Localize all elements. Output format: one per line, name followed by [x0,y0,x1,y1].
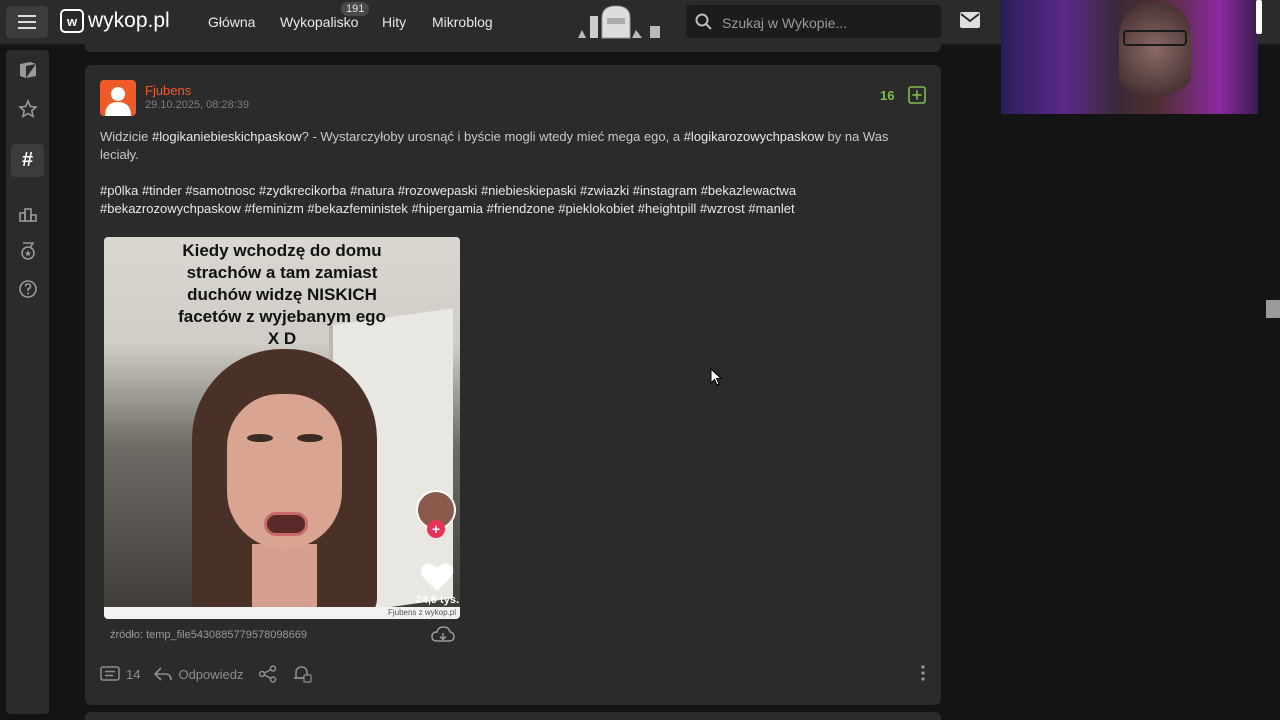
help-icon [18,279,37,298]
tag-link[interactable]: #logikarozowychpaskow [684,129,824,144]
logo-mark: w [60,9,84,33]
caption-line: X D [267,329,297,348]
vote-count: 16 [880,88,895,103]
post-actions: 14 Odpowiedz [100,662,326,686]
text-segment: Widzicie [100,129,153,144]
tag-link[interactable]: #tinder [142,183,182,198]
tag-link[interactable]: #zydkrecikorba [259,183,346,198]
tag-link[interactable]: #hipergamia [411,201,483,216]
caption-line: Kiedy wchodzę do domu [182,241,382,260]
nav-glowna[interactable]: Główna [208,14,255,30]
wykopalisko-count-badge: 191 [341,2,370,16]
tag-link[interactable]: #bekazlewactwa [701,183,796,198]
image-caption: Kiedy wchodzę do domu strachów a tam zam… [124,240,440,350]
scrollbar-thumb[interactable] [1266,300,1280,318]
tiktok-follow-icon: + [427,520,445,538]
tag-link[interactable]: #p0lka [100,183,138,198]
caption-line: strachów a tam zamiast [186,263,378,282]
comments-button[interactable]: 14 [100,666,140,682]
upvote-plus-icon[interactable] [908,86,926,104]
comments-count: 14 [126,666,141,682]
tiktok-like-count: 24,9 tys. [415,594,459,606]
tag-link[interactable]: #feminizm [245,201,304,216]
person-eye [297,434,323,442]
tag-link[interactable]: #zwiazki [580,183,629,198]
tag-link[interactable]: #bekazfeministek [307,201,407,216]
sidebar-item-help[interactable] [11,272,44,305]
comments-icon [100,666,120,681]
search-icon [695,13,712,30]
search-input[interactable] [720,5,934,40]
share-icon [258,665,276,683]
tag-link[interactable]: #friendzone [487,201,555,216]
left-sidebar: # [6,50,49,714]
notify-button[interactable] [292,665,312,683]
tag-link[interactable]: #heightpill [638,201,697,216]
newspaper-icon [19,61,36,78]
star-icon [17,98,38,118]
reply-label: Odpowiedz [178,666,244,682]
tag-link[interactable]: #niebieskiepaski [481,183,576,198]
reply-icon [154,667,173,681]
mouse-cursor-icon [710,368,722,386]
more-options-icon[interactable] [917,664,929,682]
hashtag-icon: # [21,149,34,171]
image-watermark: Fjubens z wykop.pl [104,607,460,619]
webcam-person [1119,0,1191,110]
person-mouth [264,512,308,536]
image-person [192,349,377,619]
avatar[interactable] [100,80,136,116]
author-name[interactable]: Fjubens [145,83,191,98]
post-image[interactable]: Kiedy wchodzę do domu strachów a tam zam… [104,237,460,619]
tag-link[interactable]: #manlet [748,201,794,216]
nav-mikroblog[interactable]: Mikroblog [432,14,493,30]
nav-wykopalisko[interactable]: Wykopalisko [280,14,358,30]
sidebar-item-awards[interactable] [11,234,44,267]
bell-icon [293,666,312,683]
reply-button[interactable]: Odpowiedz [154,666,244,682]
tag-link[interactable]: #wzrost [700,201,745,216]
medal-icon [20,241,35,260]
sidebar-item-ranking[interactable] [11,196,44,229]
webcam-glasses [1123,30,1187,46]
post-text: Widzicie #logikaniebieskichpaskow? - Wys… [100,128,926,164]
text-segment: ? - Wystarczyłoby urosnąć i byście mogli… [301,129,684,144]
graveyard-decoration-icon [578,5,660,39]
caption-line: facetów z wyjebanym ego [178,307,386,326]
post-date: 29.10.2025, 08:28:39 [145,99,249,111]
next-post-edge [85,712,941,720]
nav-hity[interactable]: Hity [382,14,406,30]
menu-icon [18,15,36,29]
user-avatar-icon [105,87,131,116]
previous-post-edge [85,44,941,52]
webcam-edge [1256,0,1262,34]
tag-link[interactable]: #pieklokobiet [558,201,634,216]
tag-link[interactable]: #bekazrozowychpaskow [100,201,241,216]
tag-link[interactable]: #instagram [633,183,697,198]
tag-link[interactable]: #rozowepaski [398,183,478,198]
tag-link[interactable]: #natura [350,183,394,198]
mail-icon[interactable] [960,12,980,28]
search-box[interactable] [686,5,941,40]
image-source: źródło: temp_file5430885779578098669 [110,629,307,641]
tag-list: #p0lka #tinder #samotnosc #zydkrecikorba… [100,182,926,218]
mikroblog-post: Fjubens 29.10.2025, 08:28:39 16 Widzicie… [85,65,941,705]
sidebar-item-news[interactable] [11,53,44,86]
post-body: Widzicie #logikaniebieskichpaskow? - Wys… [100,128,926,218]
logo-text: wykop.pl [88,9,170,32]
tag-link[interactable]: #samotnosc [185,183,255,198]
share-button[interactable] [258,665,278,683]
cloud-download-icon[interactable] [431,626,455,644]
caption-line: duchów widzę NISKICH [187,285,377,304]
webcam-overlay [1001,0,1258,114]
heart-icon [420,563,454,591]
tag-link[interactable]: #logikaniebieskichpaskow [152,129,302,144]
podium-icon [18,207,37,222]
sidebar-item-tags[interactable]: # [11,144,44,177]
sidebar-item-favorites[interactable] [11,92,44,125]
person-eye [247,434,273,442]
logo[interactable]: w wykop.pl [60,9,170,33]
menu-button[interactable] [6,6,48,38]
